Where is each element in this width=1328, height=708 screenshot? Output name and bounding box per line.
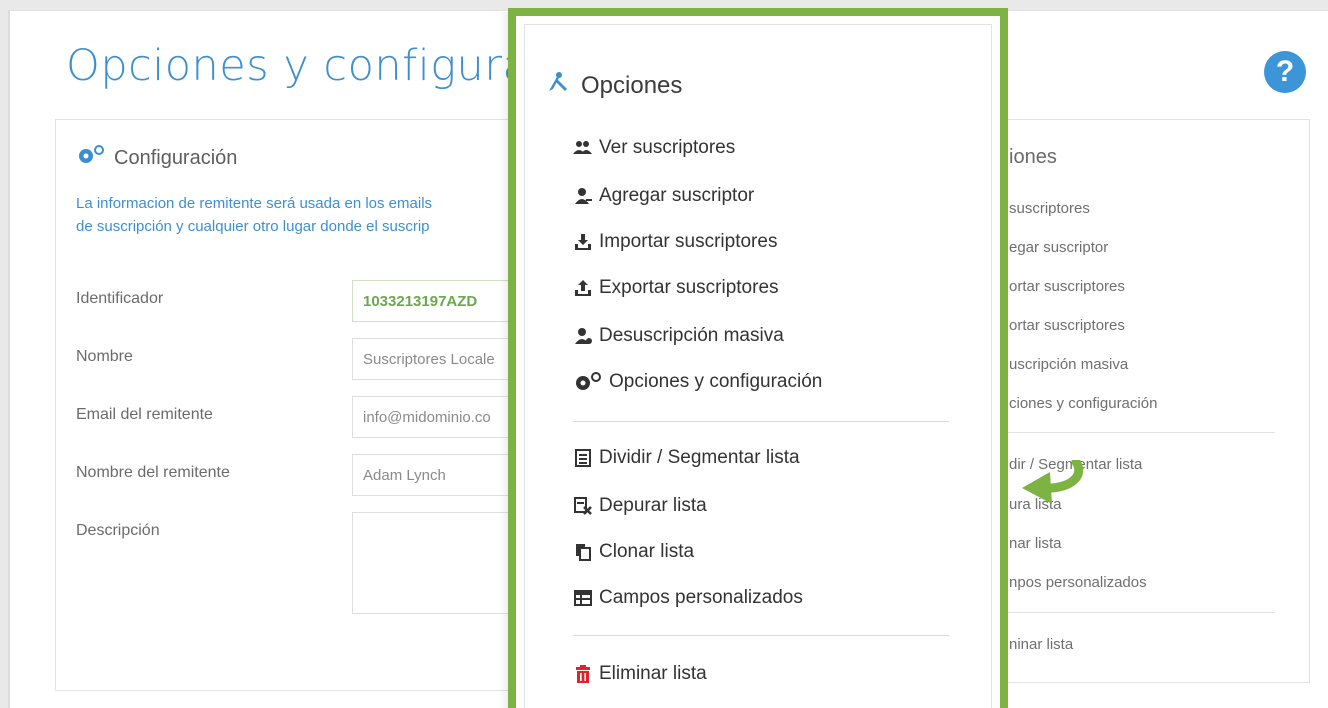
description-label: Descripción — [76, 522, 160, 539]
configuration-heading-label: Configuración — [114, 146, 238, 169]
menu-item-label: Agregar suscriptor — [599, 185, 755, 206]
options-popup-title: Opciones — [581, 71, 683, 99]
menu-item-label: Clonar lista — [599, 541, 695, 562]
options-link[interactable]: ninar lista — [1009, 636, 1073, 653]
export-icon — [573, 278, 593, 298]
sender-info-intro: La informacion de remitente será usada e… — [76, 192, 432, 238]
split-list-icon — [573, 448, 593, 468]
divider — [985, 432, 1275, 433]
custom-fields-link[interactable]: Campos personalizados — [573, 587, 803, 609]
import-icon — [573, 232, 593, 252]
options-link[interactable]: ortar suscriptores — [1009, 317, 1125, 334]
sender-email-label: Email del remitente — [76, 406, 213, 423]
split-list-link[interactable]: Dividir / Segmentar lista — [573, 447, 800, 469]
options-link[interactable]: suscriptores — [1009, 200, 1090, 217]
tools-icon — [545, 69, 571, 102]
menu-item-label: Ver suscriptores — [599, 137, 736, 158]
options-link[interactable]: egar suscriptor — [1009, 239, 1108, 256]
menu-item-label: Desuscripción masiva — [599, 325, 784, 346]
gears-icon — [573, 372, 603, 392]
menu-item-label: Importar suscriptores — [599, 231, 778, 252]
add-subscriber-link[interactable]: Agregar suscriptor — [573, 185, 754, 207]
options-panel-title: iones — [1009, 146, 1057, 168]
trash-icon — [573, 664, 593, 684]
view-subscribers-link[interactable]: Ver suscriptores — [573, 137, 735, 159]
options-link[interactable]: ortar suscriptores — [1009, 278, 1125, 295]
options-panel-background: iones suscriptores egar suscriptor ortar… — [970, 119, 1310, 683]
options-link[interactable]: npos personalizados — [1009, 574, 1147, 591]
identifier-label: Identificador — [76, 290, 164, 307]
user-add-icon — [573, 186, 593, 206]
clean-list-link[interactable]: Depurar lista — [573, 495, 707, 517]
menu-item-label: Exportar suscriptores — [599, 277, 779, 298]
mass-unsubscribe-link[interactable]: Desuscripción masiva — [573, 325, 784, 347]
intro-line: de suscripción y cualquier otro lugar do… — [76, 218, 430, 235]
menu-item-label: Eliminar lista — [599, 663, 707, 684]
clone-list-link[interactable]: Clonar lista — [573, 541, 694, 563]
clean-list-icon — [573, 496, 593, 516]
curved-arrow-icon — [1022, 460, 1084, 504]
options-link[interactable]: nar lista — [1009, 535, 1062, 552]
options-popup-heading: Opciones — [545, 69, 682, 102]
user-remove-icon — [573, 326, 593, 346]
sender-name-label: Nombre del remitente — [76, 464, 230, 481]
import-subscribers-link[interactable]: Importar suscriptores — [573, 231, 777, 253]
gears-icon — [76, 144, 106, 172]
table-icon — [573, 588, 593, 608]
options-link[interactable]: ciones y configuración — [1009, 395, 1157, 412]
menu-divider — [573, 635, 949, 636]
options-popup: Opciones Ver suscriptores Agregar suscri… — [524, 24, 992, 708]
menu-item-label: Dividir / Segmentar lista — [599, 447, 800, 468]
options-settings-link[interactable]: Opciones y configuración — [573, 371, 822, 393]
export-subscribers-link[interactable]: Exportar suscriptores — [573, 277, 779, 299]
menu-item-label: Campos personalizados — [599, 587, 803, 608]
name-label: Nombre — [76, 348, 133, 365]
configuration-panel: Configuración La informacion de remitent… — [55, 119, 592, 691]
menu-item-label: Opciones y configuración — [609, 371, 823, 392]
configuration-heading: Configuración — [76, 144, 237, 172]
users-icon — [573, 138, 593, 158]
menu-item-label: Depurar lista — [599, 495, 707, 516]
options-popup-highlight: Opciones Ver suscriptores Agregar suscri… — [508, 8, 1008, 708]
clone-icon — [573, 542, 593, 562]
menu-divider — [573, 421, 949, 422]
divider — [985, 612, 1275, 613]
intro-line: La informacion de remitente será usada e… — [76, 195, 433, 212]
delete-list-link[interactable]: Eliminar lista — [573, 663, 707, 685]
options-link[interactable]: uscripción masiva — [1009, 356, 1128, 373]
help-icon[interactable]: ? — [1264, 51, 1306, 93]
